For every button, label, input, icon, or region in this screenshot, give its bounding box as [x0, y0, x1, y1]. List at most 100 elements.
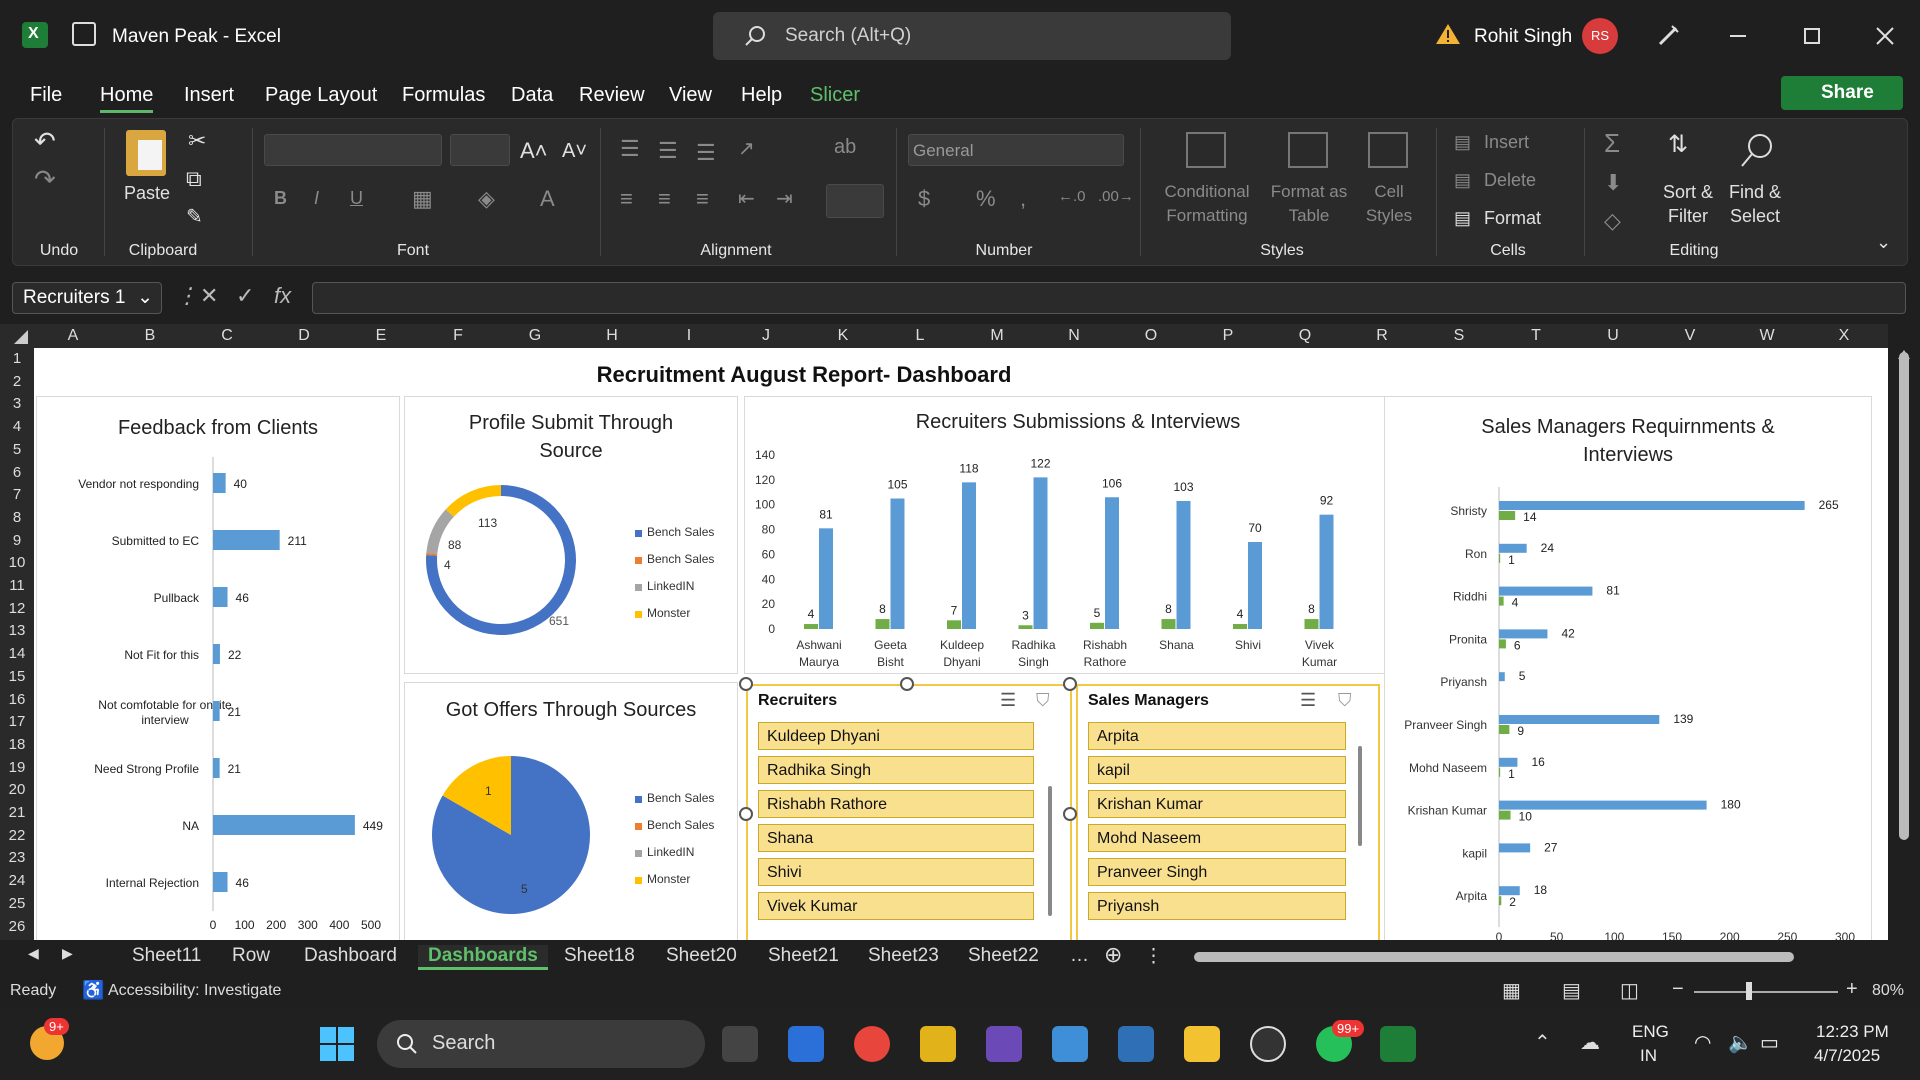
delete-cells-icon[interactable]: ▤ — [1454, 170, 1471, 191]
percent-icon[interactable]: % — [976, 186, 996, 212]
clock-date[interactable]: 4/7/2025 — [1814, 1046, 1880, 1066]
resize-handle[interactable] — [739, 677, 753, 691]
align-bottom-icon[interactable]: ☰ — [696, 140, 716, 166]
column-header[interactable]: N — [1068, 327, 1080, 345]
column-header[interactable]: E — [376, 327, 387, 345]
row-header[interactable]: 8 — [0, 509, 34, 526]
delete-cells-label[interactable]: Delete — [1484, 170, 1536, 191]
row-header[interactable]: 20 — [0, 781, 34, 798]
row-header[interactable]: 26 — [0, 918, 34, 935]
zoom-out-icon[interactable]: − — [1672, 978, 1684, 1001]
store-icon[interactable] — [788, 1026, 824, 1062]
menu-help[interactable]: Help — [741, 84, 782, 107]
menu-file[interactable]: File — [30, 84, 62, 107]
slicer-item[interactable]: Shivi — [758, 858, 1034, 886]
row-header[interactable]: 16 — [0, 691, 34, 708]
wifi-icon[interactable]: ◠ — [1694, 1030, 1711, 1055]
taskbar-search[interactable]: Search — [377, 1020, 705, 1068]
sheet-tab[interactable]: Dashboard — [304, 945, 397, 967]
align-left-icon[interactable]: ≡ — [620, 186, 633, 212]
align-middle-icon[interactable]: ☰ — [658, 138, 678, 164]
slicer-scrollbar[interactable] — [1048, 786, 1052, 916]
slicer-item[interactable]: Krishan Kumar — [1088, 790, 1346, 818]
undo-icon[interactable]: ↶ — [34, 126, 56, 157]
comma-icon[interactable]: , — [1020, 186, 1026, 212]
align-top-icon[interactable]: ☰ — [620, 136, 640, 162]
column-header[interactable]: C — [221, 327, 233, 345]
menu-data[interactable]: Data — [511, 84, 553, 107]
column-header[interactable]: J — [762, 327, 770, 345]
cell-styles-icon[interactable] — [1368, 132, 1408, 168]
excel-taskbar-icon[interactable] — [1380, 1026, 1416, 1062]
page-break-view-icon[interactable]: ◫ — [1620, 978, 1639, 1003]
slicer-item[interactable]: Vivek Kumar — [758, 892, 1034, 920]
select-all-icon[interactable] — [14, 330, 28, 344]
clock-time[interactable]: 12:23 PM — [1816, 1022, 1889, 1042]
pen-icon[interactable] — [1656, 22, 1682, 48]
profile-submit-chart[interactable]: Profile Submit Through Source 651 4 88 113 … — [404, 396, 738, 674]
share-button[interactable]: Share — [1781, 76, 1903, 110]
italic-icon[interactable]: I — [314, 188, 319, 209]
menu-slicer[interactable]: Slicer — [810, 84, 860, 107]
font-name-dropdown[interactable] — [264, 134, 442, 166]
feedback-chart[interactable]: Feedback from Clients Vendor not respond… — [36, 396, 400, 940]
fill-icon[interactable]: ⬇ — [1604, 170, 1622, 196]
column-header[interactable]: K — [838, 327, 849, 345]
increase-decimal-icon[interactable]: ←.0 — [1058, 188, 1086, 205]
recruiters-chart[interactable]: Recruiters Submissions & Interviews 0 20 4… — [744, 396, 1412, 674]
resize-handle[interactable] — [739, 807, 753, 821]
slicer-item[interactable]: Mohd Naseem — [1088, 824, 1346, 852]
slicer-scrollbar[interactable] — [1358, 746, 1362, 846]
chevron-up-icon[interactable]: ⌃ — [1534, 1030, 1551, 1055]
formula-input[interactable] — [312, 282, 1906, 314]
vertical-scroll-thumb[interactable] — [1899, 352, 1909, 840]
insert-cells-label[interactable]: Insert — [1484, 132, 1529, 153]
column-header[interactable]: M — [990, 327, 1003, 345]
bold-icon[interactable]: B — [274, 188, 287, 209]
row-header[interactable]: 10 — [0, 554, 34, 571]
avatar[interactable]: RS — [1582, 18, 1618, 54]
sheet-tab[interactable]: Sheet23 — [868, 945, 939, 967]
onedrive-icon[interactable]: ☁ — [1580, 1030, 1600, 1055]
copy-icon[interactable]: ⧉ — [186, 166, 202, 192]
volume-icon[interactable]: 🔈 — [1728, 1030, 1753, 1055]
slicer-item[interactable]: Radhika Singh — [758, 756, 1034, 784]
slicer-item[interactable]: kapil — [1088, 756, 1346, 784]
column-header[interactable]: I — [687, 327, 691, 345]
collapse-ribbon-icon[interactable]: ⌄ — [1876, 232, 1891, 253]
row-header[interactable]: 3 — [0, 395, 34, 412]
column-header[interactable]: G — [529, 327, 541, 345]
sort-filter-icon[interactable]: ⇅ — [1668, 130, 1688, 159]
paste-label[interactable]: Paste — [124, 183, 170, 204]
resize-handle[interactable] — [900, 677, 914, 691]
zoom-in-icon[interactable]: + — [1846, 978, 1858, 1001]
column-header[interactable]: V — [1685, 327, 1696, 345]
row-header[interactable]: 5 — [0, 441, 34, 458]
redo-icon[interactable]: ↷ — [34, 164, 56, 195]
border-icon[interactable]: ▦ — [412, 186, 433, 212]
snipping-tool-icon[interactable] — [986, 1026, 1022, 1062]
windows-start-icon[interactable] — [320, 1027, 354, 1061]
menu-formulas[interactable]: Formulas — [402, 84, 485, 107]
orientation-icon[interactable]: ↗ — [738, 136, 755, 161]
slicer-item[interactable]: Pranveer Singh — [1088, 858, 1346, 886]
column-header[interactable]: D — [298, 327, 310, 345]
sheet-tab[interactable]: Sheet18 — [564, 945, 635, 967]
enter-icon[interactable]: ✓ — [236, 283, 254, 309]
row-header[interactable]: 4 — [0, 418, 34, 435]
vertical-scrollbar[interactable] — [1888, 324, 1920, 940]
row-header[interactable]: 12 — [0, 600, 34, 617]
row-header[interactable]: 25 — [0, 895, 34, 912]
decrease-decimal-icon[interactable]: .00→ — [1098, 188, 1134, 205]
tab-options-icon[interactable]: ⋮ — [1144, 945, 1163, 968]
multi-select-icon[interactable]: ☰ — [1000, 690, 1016, 711]
formula-options-icon[interactable]: ⋮ — [176, 283, 198, 309]
row-header[interactable]: 15 — [0, 668, 34, 685]
row-header[interactable]: 22 — [0, 827, 34, 844]
menu-review[interactable]: Review — [579, 84, 645, 107]
row-header[interactable]: 1 — [0, 350, 34, 367]
column-header[interactable]: T — [1531, 327, 1541, 345]
row-header[interactable]: 14 — [0, 645, 34, 662]
recruiters-slicer[interactable]: Recruiters ☰ ⛉ Kuldeep Dhyani Radhika Sin… — [746, 684, 1072, 940]
sheet-tab[interactable]: Sheet21 — [768, 945, 839, 967]
